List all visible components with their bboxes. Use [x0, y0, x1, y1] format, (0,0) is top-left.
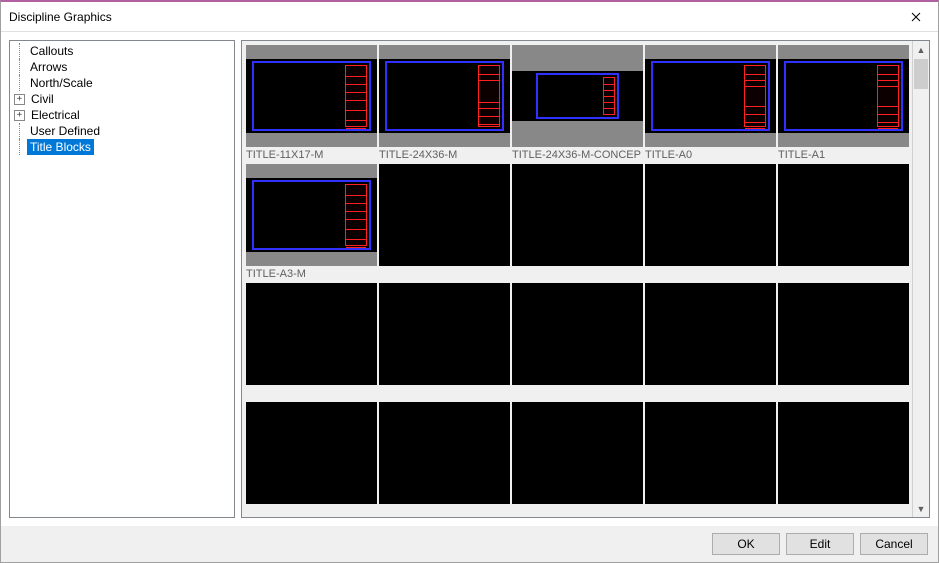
thumbnail-empty	[512, 283, 643, 400]
thumbnail-empty	[645, 402, 776, 515]
thumbnail-label: TITLE-11X17-M	[246, 147, 377, 162]
thumbnail-label	[645, 266, 776, 281]
thumbnail-title-24x36-m[interactable]: TITLE-24X36-M	[379, 45, 510, 162]
thumbnail-label: TITLE-24X36-M-CONCEP	[512, 147, 643, 162]
thumbnail-empty	[246, 283, 377, 400]
thumbnail-empty	[512, 164, 643, 281]
tree-item-label: North/Scale	[27, 75, 96, 91]
thumbnail-preview	[645, 402, 776, 504]
thumbnail-title-a3-m[interactable]: TITLE-A3-M	[246, 164, 377, 281]
expand-icon[interactable]: +	[14, 110, 25, 121]
thumbnail-label	[645, 504, 776, 515]
tree-item-arrows[interactable]: Arrows	[10, 59, 234, 75]
thumbnail-preview	[512, 45, 643, 147]
thumbnail-label	[246, 385, 377, 400]
tree-item-user-defined[interactable]: User Defined	[10, 123, 234, 139]
thumbnail-label	[246, 504, 377, 515]
scroll-up-arrow[interactable]: ▲	[913, 41, 929, 58]
thumbnail-label	[778, 385, 909, 400]
thumbnail-label	[778, 504, 909, 515]
thumbnail-empty	[379, 283, 510, 400]
thumbnail-preview	[645, 283, 776, 385]
thumbnail-preview	[246, 402, 377, 504]
tree-connector	[19, 123, 20, 139]
thumbnail-preview	[512, 283, 643, 385]
thumbnail-title-11x17-m[interactable]: TITLE-11X17-M	[246, 45, 377, 162]
thumbnail-title-24x36-m-concep[interactable]: TITLE-24X36-M-CONCEP	[512, 45, 643, 162]
tree-item-label: Title Blocks	[27, 139, 94, 155]
close-button[interactable]	[893, 2, 938, 31]
thumbnail-label	[379, 504, 510, 515]
thumbnail-preview	[379, 402, 510, 504]
thumbnail-empty	[645, 164, 776, 281]
thumbnail-empty	[778, 283, 909, 400]
ok-button[interactable]: OK	[712, 533, 780, 555]
tree-item-title-blocks[interactable]: Title Blocks	[10, 139, 234, 155]
titlebar: Discipline Graphics	[1, 2, 938, 32]
thumbnail-preview	[778, 164, 909, 266]
vertical-scrollbar[interactable]: ▲ ▼	[912, 41, 929, 517]
tree-item-label: Civil	[28, 91, 57, 107]
thumbnail-title-a1[interactable]: TITLE-A1	[778, 45, 909, 162]
thumbnail-label	[512, 266, 643, 281]
thumbnail-empty	[778, 164, 909, 281]
content-area: CalloutsArrowsNorth/Scale+Civil+Electric…	[1, 32, 938, 526]
thumbnail-preview	[512, 402, 643, 504]
thumbnail-preview	[246, 45, 377, 147]
dialog-footer: OK Edit Cancel	[1, 526, 938, 562]
thumbnail-title-a0[interactable]: TITLE-A0	[645, 45, 776, 162]
thumbnail-preview	[379, 283, 510, 385]
thumbnails-grid: TITLE-11X17-MTITLE-24X36-MTITLE-24X36-M-…	[244, 43, 911, 515]
tree-connector	[19, 59, 20, 75]
close-icon	[911, 12, 921, 22]
thumbnail-label	[512, 385, 643, 400]
thumbnail-preview	[379, 45, 510, 147]
category-tree[interactable]: CalloutsArrowsNorth/Scale+Civil+Electric…	[9, 40, 235, 518]
tree-connector	[19, 75, 20, 91]
thumbnail-empty	[246, 402, 377, 515]
thumbnail-preview	[512, 164, 643, 266]
scroll-thumb[interactable]	[914, 59, 928, 89]
scroll-down-arrow[interactable]: ▼	[913, 500, 929, 517]
thumbnail-label	[379, 385, 510, 400]
tree-connector	[19, 43, 20, 59]
window-title: Discipline Graphics	[9, 10, 112, 24]
thumbnail-label: TITLE-A3-M	[246, 266, 377, 281]
thumbnail-preview	[645, 164, 776, 266]
thumbnail-preview	[246, 164, 377, 266]
thumbnail-empty	[379, 402, 510, 515]
dialog-window: Discipline Graphics CalloutsArrowsNorth/…	[0, 0, 939, 563]
thumbnail-empty	[778, 402, 909, 515]
tree-item-label: Arrows	[27, 59, 70, 75]
thumbnail-empty	[512, 402, 643, 515]
tree-item-label: Callouts	[27, 43, 76, 59]
thumbnail-preview	[645, 45, 776, 147]
thumbnails-panel: TITLE-11X17-MTITLE-24X36-MTITLE-24X36-M-…	[241, 40, 930, 518]
cancel-button[interactable]: Cancel	[860, 533, 928, 555]
tree-item-electrical[interactable]: +Electrical	[10, 107, 234, 123]
thumbnail-preview	[246, 283, 377, 385]
thumbnail-label: TITLE-A1	[778, 147, 909, 162]
thumbnail-label: TITLE-A0	[645, 147, 776, 162]
thumbnail-preview	[778, 45, 909, 147]
thumbnail-preview	[778, 283, 909, 385]
thumbnail-label	[379, 266, 510, 281]
thumbnail-preview	[379, 164, 510, 266]
expand-icon[interactable]: +	[14, 94, 25, 105]
tree-item-label: Electrical	[28, 107, 83, 123]
tree-item-callouts[interactable]: Callouts	[10, 43, 234, 59]
thumbnail-preview	[778, 402, 909, 504]
thumbnail-label	[645, 385, 776, 400]
tree-item-civil[interactable]: +Civil	[10, 91, 234, 107]
thumbnail-label	[512, 504, 643, 515]
thumbnail-empty	[645, 283, 776, 400]
edit-button[interactable]: Edit	[786, 533, 854, 555]
thumbnail-label: TITLE-24X36-M	[379, 147, 510, 162]
tree-item-label: User Defined	[27, 123, 103, 139]
tree-item-north-scale[interactable]: North/Scale	[10, 75, 234, 91]
tree-connector	[19, 139, 20, 155]
thumbnail-empty	[379, 164, 510, 281]
thumbnail-label	[778, 266, 909, 281]
